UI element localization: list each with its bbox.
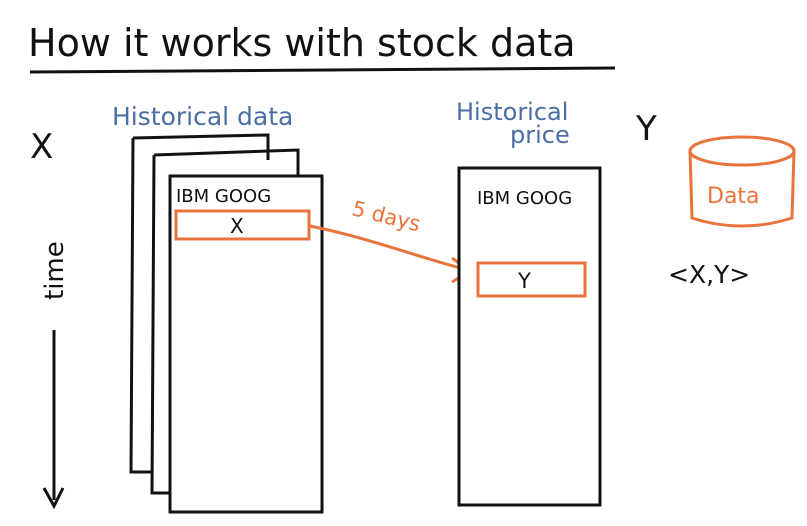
historical-price-label-line2: price	[510, 121, 570, 149]
historical-data-label: Historical data	[112, 102, 293, 131]
title-underline	[29, 66, 616, 74]
stock-data-diagram: How it works with stock data X time Hist…	[28, 21, 796, 514]
shift-arrow	[309, 224, 469, 272]
database-top	[688, 135, 796, 167]
axis-x-label: X	[30, 127, 53, 167]
database-label: Data	[707, 184, 760, 209]
price-sheet	[457, 166, 602, 507]
right-tickers-label: IBM GOOG	[477, 188, 572, 209]
left-tickers-label: IBM GOOG	[176, 186, 271, 207]
feature-cell-label: X	[230, 214, 244, 238]
target-cell-label: Y	[517, 269, 531, 293]
axis-y-label: Y	[635, 109, 657, 149]
page-title: How it works with stock data	[28, 21, 576, 65]
time-label: time	[40, 241, 70, 300]
shift-label: 5 days	[350, 196, 423, 236]
data-sheet-front	[168, 174, 324, 514]
xy-pair-label: <X,Y>	[668, 260, 750, 289]
